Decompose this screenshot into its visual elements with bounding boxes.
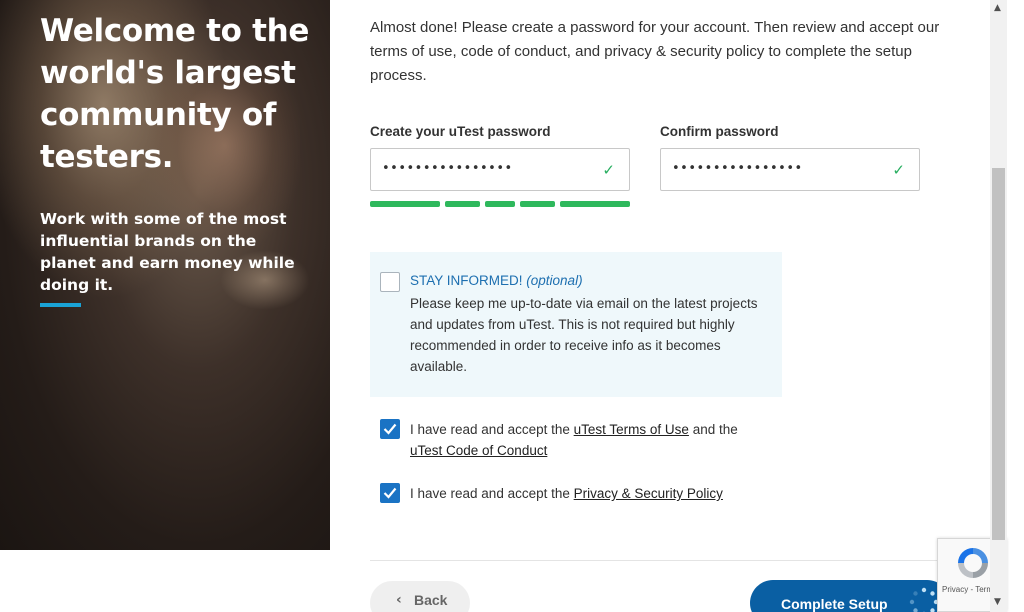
privacy-text: I have read and accept the Privacy & Sec…: [410, 483, 780, 504]
stay-informed-description: Please keep me up-to-date via email on t…: [410, 296, 758, 374]
password-label: Create your uTest password: [370, 124, 551, 139]
confirm-password-input[interactable]: •••••••••••••••• ✓: [660, 148, 920, 191]
stay-informed-checkbox[interactable]: [380, 272, 400, 292]
hero-subtitle: Work with some of the most influential b…: [40, 210, 295, 294]
strength-segment: [560, 201, 630, 207]
spinner-icon: [909, 587, 939, 612]
password-input[interactable]: •••••••••••••••• ✓: [370, 148, 630, 191]
complete-setup-label: Complete Setup: [781, 596, 888, 612]
complete-setup-button[interactable]: Complete Setup: [750, 580, 950, 612]
password-value: ••••••••••••••••: [382, 161, 513, 176]
intro-text: Almost done! Please create a password fo…: [370, 19, 940, 84]
recaptcha-separator: -: [970, 585, 974, 594]
privacy-policy-link[interactable]: Privacy & Security Policy: [574, 486, 723, 501]
hero-title: Welcome to the world's largest community…: [40, 13, 310, 175]
hero-panel: Welcome to the world's largest community…: [0, 0, 330, 550]
stay-informed-heading: STAY INFORMED!: [410, 273, 523, 288]
terms-middle: and the: [692, 422, 738, 437]
hero-accent-bar: [40, 303, 81, 307]
recaptcha-privacy-link[interactable]: Privacy: [942, 585, 968, 594]
recaptcha-links: Privacy - Terms: [942, 585, 997, 594]
scrollbar-thumb[interactable]: [992, 168, 1005, 540]
strength-segment: [445, 201, 480, 207]
confirm-password-value: ••••••••••••••••: [672, 161, 803, 176]
back-button[interactable]: ‹ Back: [370, 581, 470, 612]
back-button-label: Back: [414, 592, 448, 608]
strength-segment: [485, 201, 515, 207]
terms-of-use-link[interactable]: uTest Terms of Use: [574, 422, 689, 437]
strength-segment: [520, 201, 555, 207]
check-icon: [383, 423, 397, 435]
scroll-up-icon[interactable]: ▲: [994, 3, 1001, 13]
stay-informed-title: STAY INFORMED! (optional): [410, 273, 583, 288]
page-scrollbar[interactable]: ▲ ▼: [990, 0, 1007, 612]
scroll-down-icon[interactable]: ▼: [994, 597, 1001, 607]
check-icon: ✓: [892, 161, 905, 179]
recaptcha-icon: [958, 548, 988, 578]
terms-prefix: I have read and accept the: [410, 422, 570, 437]
code-of-conduct-link[interactable]: uTest Code of Conduct: [410, 443, 547, 458]
terms-checkbox[interactable]: [380, 419, 400, 439]
check-icon: [383, 487, 397, 499]
optional-label: (optional): [526, 273, 583, 288]
check-icon: ✓: [602, 161, 615, 179]
terms-text: I have read and accept the uTest Terms o…: [410, 419, 780, 461]
privacy-prefix: I have read and accept the: [410, 486, 570, 501]
strength-segment: [370, 201, 440, 207]
confirm-password-label: Confirm password: [660, 124, 779, 139]
password-strength-meter: [370, 201, 630, 207]
chevron-left-icon: ‹: [396, 592, 402, 608]
form-divider: [370, 560, 948, 561]
privacy-checkbox[interactable]: [380, 483, 400, 503]
